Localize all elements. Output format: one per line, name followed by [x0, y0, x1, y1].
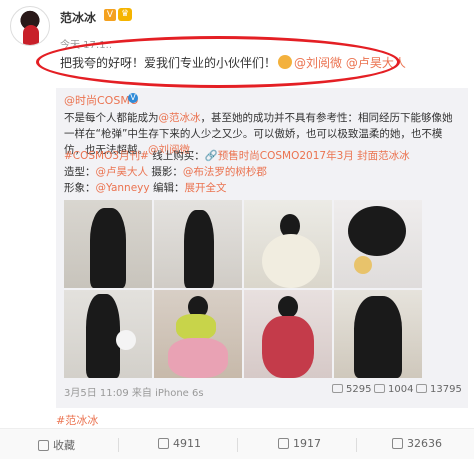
- repost-box: @时尚COSMO V 不是每个人都能成为@范冰冰，甚至她的成功并不具有参考性：相…: [56, 88, 468, 408]
- comment-count-value: 1004: [388, 384, 414, 395]
- photo-thumbnail[interactable]: [244, 200, 332, 288]
- post-timestamp[interactable]: 今天 17:1..: [60, 36, 112, 51]
- repost-author[interactable]: @时尚COSMO: [64, 92, 138, 108]
- tags-line: #COSMO3月刊# 线上购买：🔗预售时尚COSMO2017年3月 封面范冰冰: [64, 148, 410, 164]
- mention-link[interactable]: @刘阅微: [294, 56, 342, 70]
- expand-full-text-link[interactable]: 展开全文: [184, 182, 226, 194]
- favorite-label: 收藏: [53, 439, 75, 452]
- comment-action-count: 1917: [293, 437, 321, 450]
- topic-tag[interactable]: #COSMO3月刊#: [64, 150, 149, 162]
- rock-hand-emoji-icon: [278, 55, 293, 69]
- photo-thumbnail[interactable]: [154, 200, 242, 288]
- photo-thumbnail[interactable]: [154, 290, 242, 378]
- verified-blue-icon: V: [128, 93, 138, 103]
- divider: [237, 438, 238, 452]
- photo-thumbnail[interactable]: [244, 290, 332, 378]
- mention-link[interactable]: @布法罗的树杪郡: [183, 166, 267, 178]
- photo-thumbnail[interactable]: [64, 290, 152, 378]
- repost-button[interactable]: 4911: [158, 437, 201, 450]
- topic-tag[interactable]: #范冰冰: [56, 412, 98, 428]
- comment-count[interactable]: 1004: [374, 384, 413, 395]
- comment-icon: [278, 438, 289, 449]
- mention-link[interactable]: @Yanneyy: [96, 182, 150, 194]
- credit-label: 编辑：: [149, 182, 185, 194]
- username[interactable]: 范冰冰: [60, 9, 96, 26]
- like-action-count: 32636: [407, 437, 442, 450]
- thumbs-up-icon: [416, 384, 427, 393]
- credit-label: 摄影：: [148, 166, 183, 178]
- verified-icon: V: [104, 9, 116, 21]
- comment-button[interactable]: 1917: [278, 437, 321, 450]
- credits-line: 形象：@Yanneyy 编辑：展开全文: [64, 180, 226, 196]
- photo-thumbnail[interactable]: [334, 200, 422, 288]
- mention-link[interactable]: @卢昊大人: [96, 166, 149, 178]
- repost-icon: [158, 438, 169, 449]
- thumbs-up-icon: [392, 438, 403, 449]
- repost-action-count: 4911: [173, 437, 201, 450]
- like-count-value: 13795: [430, 384, 462, 395]
- weibo-post-card: 范冰冰 V ♛ 今天 17:1.. 把我夸的好呀！爱我们专业的小伙伴们！ @刘阅微…: [0, 0, 474, 459]
- repost-source[interactable]: 3月5日 11:09 来自 iPhone 6s: [64, 384, 204, 399]
- mention-link[interactable]: @卢昊大人: [346, 56, 406, 70]
- avatar[interactable]: [10, 6, 50, 46]
- credit-label: 造型：: [64, 166, 96, 178]
- repost-icon: [332, 384, 343, 393]
- photo-thumbnail[interactable]: [334, 290, 422, 378]
- favorite-button[interactable]: 收藏: [38, 437, 75, 453]
- comment-icon: [374, 384, 385, 393]
- divider: [356, 438, 357, 452]
- repost-count[interactable]: 5295: [332, 384, 371, 395]
- link-icon: 🔗: [204, 150, 218, 162]
- action-bar: 收藏 4911 1917 32636: [0, 428, 474, 459]
- credit-label: 形象：: [64, 182, 96, 194]
- credits-line: 造型：@卢昊大人 摄影：@布法罗的树杪郡: [64, 164, 267, 180]
- repost-text-part: 不是每个人都能成为: [64, 112, 159, 124]
- presale-link[interactable]: 预售时尚COSMO2017年3月 封面范冰冰: [218, 150, 410, 162]
- mention-link[interactable]: @范冰冰: [159, 112, 201, 124]
- post-text: 把我夸的好呀！爱我们专业的小伙伴们！ @刘阅微 @卢昊大人: [60, 54, 406, 71]
- divider: [118, 438, 119, 452]
- buy-label: 线上购买：: [148, 150, 205, 162]
- member-crown-icon: ♛: [118, 8, 132, 21]
- star-icon: [38, 440, 49, 451]
- like-button[interactable]: 32636: [392, 437, 442, 450]
- repost-count-value: 5295: [346, 384, 372, 395]
- like-count[interactable]: 13795: [416, 384, 462, 395]
- photo-thumbnail[interactable]: [64, 200, 152, 288]
- post-text-body: 把我夸的好呀！爱我们专业的小伙伴们！: [60, 56, 277, 70]
